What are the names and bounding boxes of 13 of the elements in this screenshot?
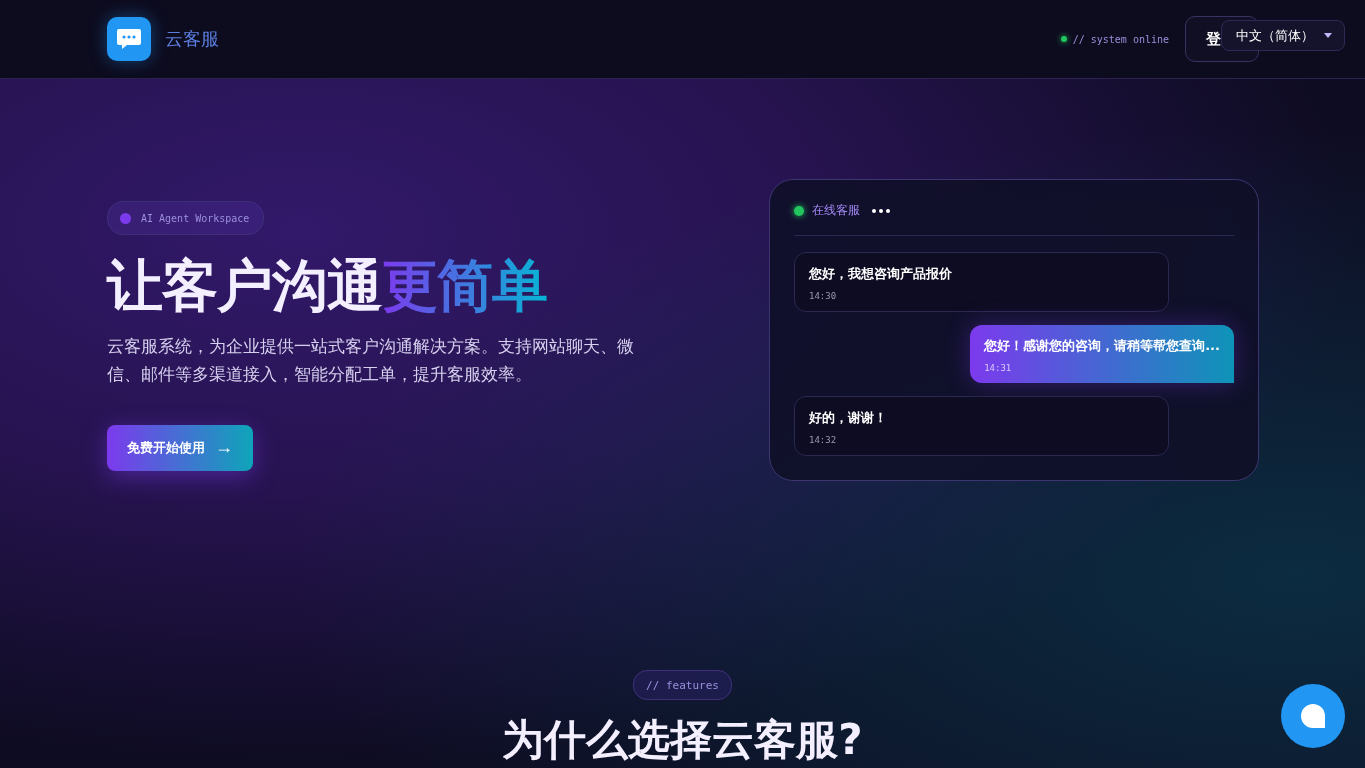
agent-name: 在线客服 [812, 202, 860, 219]
badge-label: AI Agent Workspace [141, 212, 250, 224]
section-title: 为什么选择云客服? [502, 714, 863, 766]
section-tag-label: // features [646, 678, 719, 692]
message-time: 14:31 [984, 363, 1013, 373]
message-time: 14:32 [809, 435, 838, 445]
message-text: 您好，我想咨询产品报价 [809, 265, 953, 283]
hero-description: 云客服系统，为企业提供一站式客户沟通解决方案。支持网站聊天、微信、邮件等多渠道接入，智能分配工单，提升客服效率。 [107, 335, 635, 386]
message-text: 好的，谢谢！ [809, 409, 888, 427]
message-text: 您好！感谢您的咨询，请稍等帮您查询... [984, 337, 1220, 355]
system-status: // system online [1072, 33, 1169, 45]
hero-title: 让客户沟通更简单 [107, 255, 548, 317]
message-time: 14:30 [809, 291, 838, 301]
